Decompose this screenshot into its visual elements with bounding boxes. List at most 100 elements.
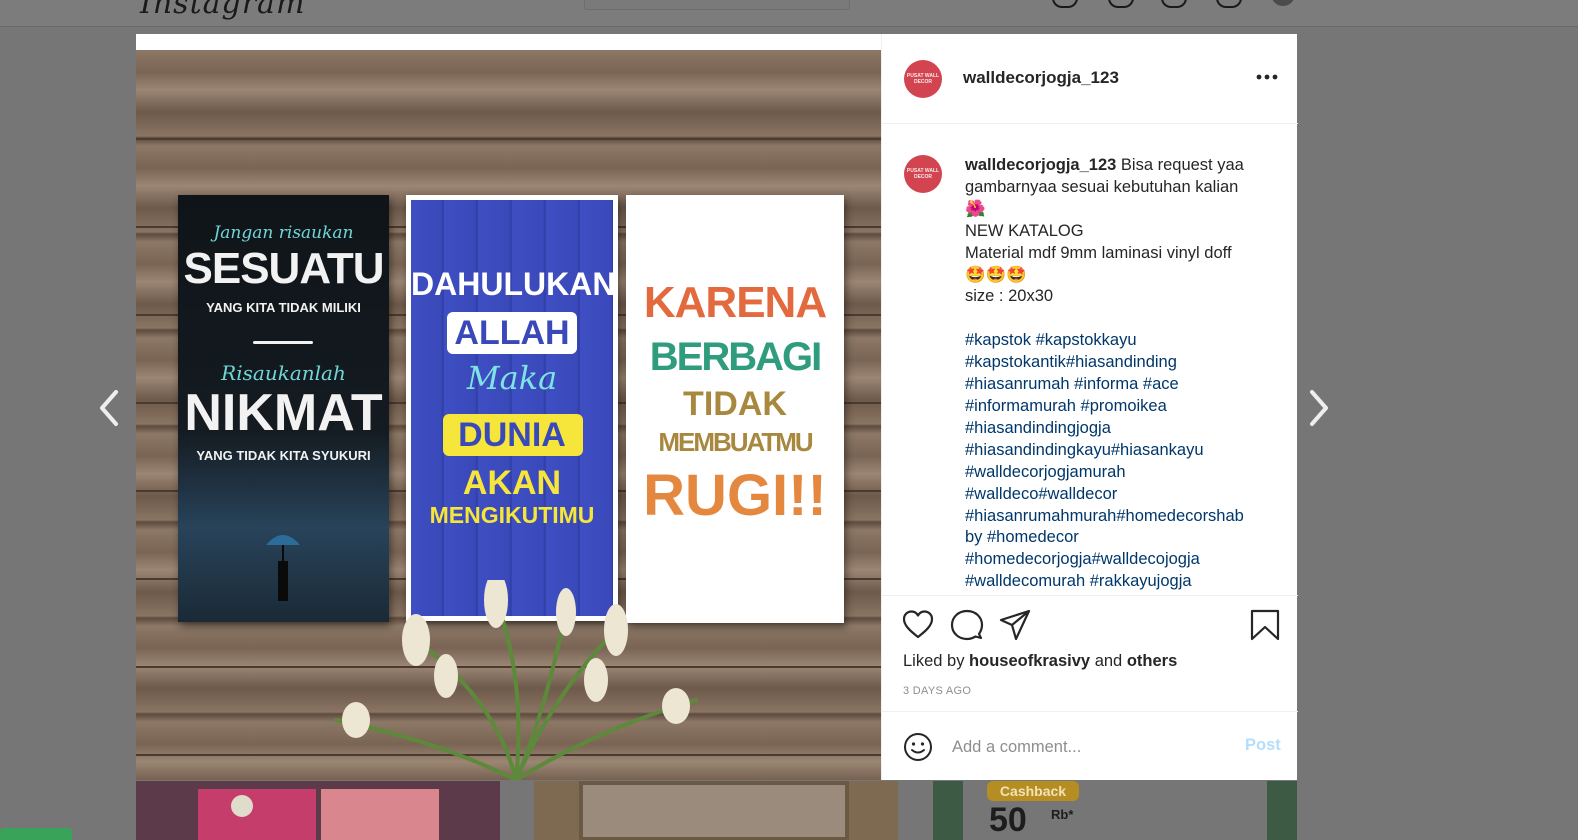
- explore-icon[interactable]: [1161, 0, 1187, 8]
- caption-line: Material mdf 9mm laminasi vinyl doff: [965, 243, 1283, 265]
- hashtag-link[interactable]: #hiasanrumah #informa #ace: [965, 375, 1179, 393]
- caption-line: [965, 308, 1283, 330]
- thumbnail-art: [321, 789, 439, 840]
- post-image[interactable]: Jangan risaukan SESUATU YANG KITA TIDAK …: [136, 50, 881, 780]
- thumbnail-art: [198, 789, 316, 840]
- panel-text: DUNIA: [458, 416, 566, 454]
- caption-text-span: size : 20x30: [965, 287, 1054, 306]
- post-timestamp[interactable]: 3 DAYS AGO: [903, 685, 971, 697]
- user-avatar[interactable]: PUSAT WALL DECOR: [904, 155, 942, 193]
- caption-line: 🤩🤩🤩: [965, 265, 1283, 287]
- hashtag-link[interactable]: #hiasandindingjogja: [965, 419, 1111, 437]
- caption-text-span: 🌺: [965, 199, 986, 218]
- liked-by-user-link[interactable]: houseofkrasivy: [969, 652, 1090, 670]
- caption-line: #hiasandindingjogja: [965, 418, 1283, 440]
- flower-graphic: [231, 795, 253, 817]
- heart-icon[interactable]: [901, 608, 935, 642]
- post-header: PUSAT WALL DECOR walldecorjogja_123: [882, 34, 1298, 124]
- post-actions: Liked by houseofkrasivy and others 3 DAY…: [882, 595, 1298, 711]
- grid-post-thumbnail[interactable]: [136, 781, 500, 840]
- caption-line: #homedecorjogja#walldecojogja: [965, 549, 1283, 571]
- messenger-icon[interactable]: [1108, 0, 1134, 8]
- caption-line: 🌺: [965, 199, 1283, 221]
- hashtag-link[interactable]: #homedecorjogja#walldecojogja: [965, 550, 1200, 568]
- caption-text: walldecorjogja_123 Bisa request yaa gamba…: [965, 155, 1283, 593]
- panel-text: Jangan risaukan: [213, 223, 354, 243]
- caption-line: by #homedecor: [965, 527, 1283, 549]
- panel-text: YANG TIDAK KITA SYUKURI: [196, 448, 371, 463]
- panel-text: SESUATU: [183, 244, 385, 293]
- caption-section: PUSAT WALL DECOR walldecorjogja_123 Bisa…: [882, 125, 1298, 595]
- caption-text-span: Bisa request yaa: [1116, 156, 1244, 174]
- caption-text-span: [965, 309, 970, 327]
- liked-by-others-link[interactable]: others: [1127, 652, 1177, 670]
- avatar-logo-text: PUSAT WALL DECOR: [906, 73, 940, 85]
- caption-text-span: gambarnyaa sesuai kebutuhan kalian: [965, 177, 1239, 196]
- panel-text: TIDAK: [683, 385, 787, 423]
- caption-line: #walldecorjogjamurah: [965, 462, 1283, 484]
- wall-decor-panel-white: KARENA BERBAGI TIDAK MEMBUATMU RUGI!!: [626, 195, 844, 623]
- grid-post-thumbnail[interactable]: [534, 781, 898, 840]
- caption-line: #hiasanrumahmurah#homedecorshab: [965, 506, 1283, 528]
- profile-avatar[interactable]: [1271, 0, 1295, 6]
- panel-text: NIKMAT: [184, 384, 383, 442]
- add-comment-row: Post: [882, 711, 1298, 780]
- paper-plane-icon[interactable]: [998, 608, 1032, 642]
- chevron-left-icon[interactable]: [98, 388, 120, 434]
- chevron-right-icon[interactable]: [1308, 388, 1330, 434]
- user-avatar[interactable]: PUSAT WALL DECOR: [904, 60, 942, 98]
- plant-graphic: [334, 580, 698, 780]
- wall-decor-panel-blue: DAHULUKAN ALLAH Maka DUNIA AKAN MENGIKUT…: [406, 195, 618, 621]
- search-input[interactable]: [584, 0, 850, 10]
- post-comment-button[interactable]: Post: [1245, 736, 1281, 755]
- panel-text: MEMBUATMU: [658, 427, 813, 457]
- panel-text: ALLAH: [454, 314, 570, 352]
- liked-by-prefix: Liked by: [903, 652, 970, 670]
- post-sidebar: PUSAT WALL DECOR walldecorjogja_123 PUSA…: [881, 34, 1298, 780]
- hashtag-link[interactable]: #hiasanrumahmurah#homedecorshab: [965, 507, 1244, 525]
- top-navigation-bar: Instagram: [0, 0, 1578, 27]
- caption-line: walldecorjogja_123 Bisa request yaa: [965, 155, 1283, 177]
- hashtag-link[interactable]: #kapstok #kapstokkayu: [965, 331, 1137, 349]
- grid-post-thumbnail[interactable]: Cashback 50 Rb*: [933, 781, 1297, 840]
- panel-text: Risaukanlah: [221, 361, 346, 385]
- hashtag-link[interactable]: by #homedecor: [965, 528, 1079, 546]
- panel-text: MENGIKUTIMU: [429, 502, 595, 528]
- caption-line: #informamurah #promoikea: [965, 396, 1283, 418]
- caption-username[interactable]: walldecorjogja_123: [965, 156, 1116, 174]
- panel-text: YANG KITA TIDAK MILIKI: [206, 300, 361, 315]
- caption-line: #hiasanrumah #informa #ace: [965, 374, 1283, 396]
- caption-line: #kapstok #kapstokkayu: [965, 330, 1283, 352]
- panel-text: RUGI!!: [643, 463, 827, 528]
- wall-decor-panel-black: Jangan risaukan SESUATU YANG KITA TIDAK …: [178, 195, 389, 622]
- liked-by-and: and: [1090, 652, 1127, 670]
- comment-icon[interactable]: [950, 608, 984, 642]
- post-username[interactable]: walldecorjogja_123: [963, 68, 1119, 88]
- comment-input[interactable]: [952, 734, 1232, 760]
- panel-text: AKAN: [462, 464, 562, 502]
- hashtag-link[interactable]: #walldecomurah #rakkayujogja: [965, 572, 1192, 590]
- caption-text-span: 🤩🤩🤩: [965, 265, 1027, 284]
- bookmark-icon[interactable]: [1248, 608, 1282, 642]
- hashtag-link[interactable]: #walldecorjogjamurah: [965, 463, 1126, 481]
- thumbnail-art: [579, 781, 849, 840]
- hashtag-link[interactable]: #kapstokantik#hiasandinding: [965, 353, 1177, 371]
- home-icon[interactable]: [1052, 0, 1078, 8]
- caption-line: size : 20x30: [965, 286, 1283, 308]
- cashback-badge: Cashback: [987, 781, 1079, 801]
- panel-text: BERBAGI: [649, 335, 822, 379]
- panel-text: DAHULUKAN: [411, 266, 616, 302]
- hashtag-link[interactable]: #informamurah #promoikea: [965, 397, 1167, 415]
- more-horizontal-icon[interactable]: [1256, 64, 1278, 87]
- caption-line: #walldecomurah #rakkayujogja: [965, 571, 1283, 593]
- instagram-logo[interactable]: Instagram: [140, 0, 305, 21]
- post-modal: Jangan risaukan SESUATU YANG KITA TIDAK …: [136, 34, 1298, 780]
- caption-line: #hiasandindingkayu#hiasankayu: [965, 440, 1283, 462]
- corner-widget[interactable]: [0, 828, 72, 840]
- hashtag-link[interactable]: #hiasandindingkayu#hiasankayu: [965, 441, 1204, 459]
- panel-text: KARENA: [643, 278, 827, 327]
- smiley-icon[interactable]: [903, 732, 933, 762]
- hashtag-link[interactable]: #walldeco#walldecor: [965, 485, 1117, 503]
- activity-heart-icon[interactable]: [1216, 0, 1242, 8]
- caption-line: #walldeco#walldecor: [965, 484, 1283, 506]
